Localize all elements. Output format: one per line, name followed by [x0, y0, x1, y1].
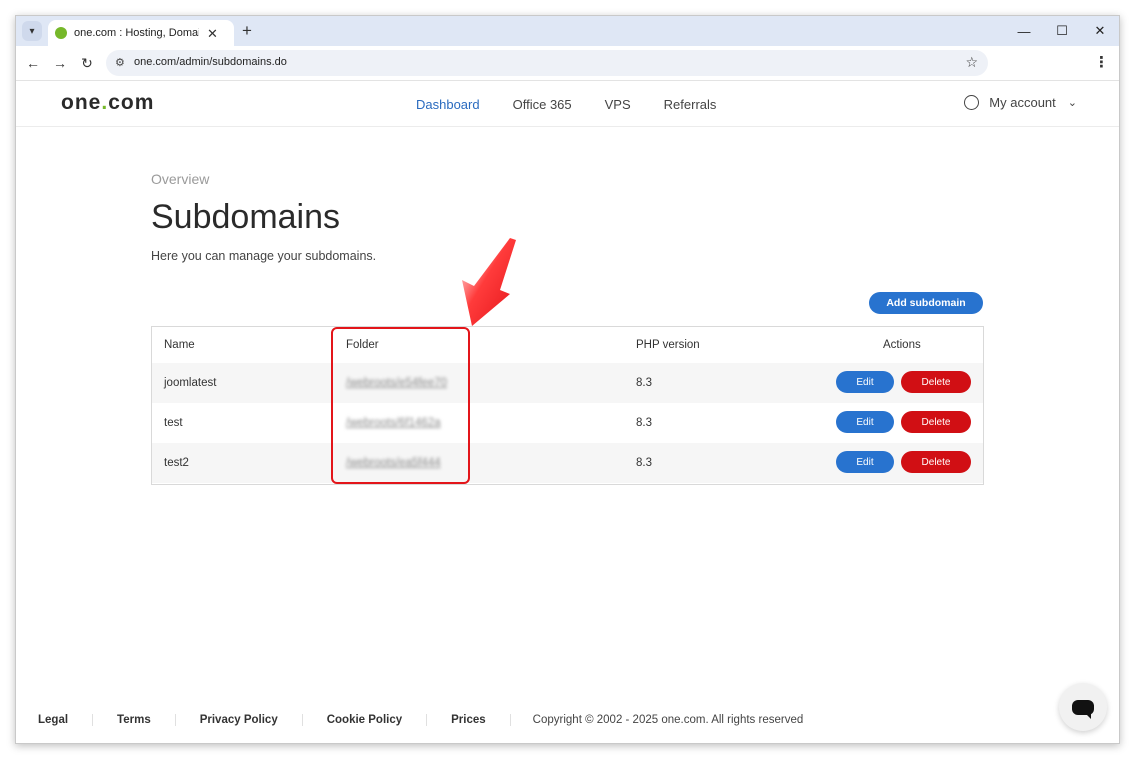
page-description: Here you can manage your subdomains. — [151, 249, 377, 263]
php-version: 8.3 — [636, 457, 652, 469]
footer-link-privacy-policy[interactable]: Privacy Policy — [176, 714, 303, 726]
php-version: 8.3 — [636, 417, 652, 429]
close-window-button[interactable]: ✕ — [1081, 16, 1119, 46]
nav-office-365[interactable]: Office 365 — [513, 97, 572, 112]
edit-button[interactable]: Edit — [836, 411, 894, 433]
nav-dashboard[interactable]: Dashboard — [416, 97, 480, 112]
logo-text-part1: one — [61, 91, 102, 114]
browser-tab[interactable]: one.com : Hosting, Domain, Em ✕ — [48, 20, 234, 46]
breadcrumb[interactable]: Overview — [151, 171, 209, 187]
subdomain-name: joomlatest — [164, 377, 217, 389]
chat-icon — [1072, 699, 1094, 719]
main-nav: Dashboard Office 365 VPS Referrals — [416, 97, 749, 112]
chevron-down-icon: ⌄ — [1067, 97, 1077, 109]
tab-strip: ▾ one.com : Hosting, Domain, Em ✕ + — ☐ … — [16, 16, 1119, 46]
my-account-menu[interactable]: My account ⌄ — [964, 95, 1077, 110]
subdomain-name: test2 — [164, 457, 189, 469]
site-footer: Legal Terms Privacy Policy Cookie Policy… — [16, 708, 1119, 732]
back-button[interactable]: ← — [23, 53, 43, 73]
column-header-php: PHP version — [636, 339, 700, 351]
delete-button[interactable]: Delete — [901, 451, 971, 473]
site-header: one.com Dashboard Office 365 VPS Referra… — [16, 81, 1119, 127]
forward-button[interactable]: → — [50, 53, 70, 73]
favicon-icon — [55, 27, 67, 39]
subdomains-table: Name Folder PHP version Actions joomlate… — [151, 326, 984, 485]
footer-link-terms[interactable]: Terms — [93, 714, 176, 726]
browser-toolbar: ← → ↻ ⚙ one.com/admin/subdomains.do ☆ ⋮ — [16, 46, 1119, 81]
footer-link-cookie-policy[interactable]: Cookie Policy — [303, 714, 428, 726]
nav-referrals[interactable]: Referrals — [664, 97, 717, 112]
new-tab-button[interactable]: + — [242, 22, 252, 40]
table-row: joomlatest /webroots/e54fee70 8.3 Edit D… — [152, 363, 983, 403]
nav-vps[interactable]: VPS — [605, 97, 631, 112]
add-subdomain-button[interactable]: Add subdomain — [869, 292, 983, 314]
column-header-name: Name — [164, 339, 195, 351]
my-account-label: My account — [989, 95, 1056, 110]
footer-link-legal[interactable]: Legal — [16, 714, 94, 726]
browser-menu-icon[interactable]: ⋮ — [1094, 53, 1109, 71]
reload-button[interactable]: ↻ — [77, 53, 97, 73]
window-controls: — ☐ ✕ — [1005, 16, 1119, 46]
php-version: 8.3 — [636, 377, 652, 389]
tab-close-icon[interactable]: ✕ — [207, 27, 218, 40]
tab-title: one.com : Hosting, Domain, Em — [74, 27, 199, 39]
site-info-icon[interactable]: ⚙ — [115, 56, 125, 69]
chevron-down-icon: ▾ — [29, 25, 35, 37]
chat-button[interactable] — [1059, 683, 1107, 731]
annotation-arrow-icon — [462, 238, 516, 326]
logo-text-part2: com — [108, 91, 155, 114]
column-header-actions: Actions — [883, 339, 921, 351]
url-text[interactable]: one.com/admin/subdomains.do — [134, 56, 287, 68]
footer-link-prices[interactable]: Prices — [427, 714, 511, 726]
page-title: Subdomains — [151, 198, 341, 236]
maximize-button[interactable]: ☐ — [1043, 16, 1081, 46]
browser-window: ▾ one.com : Hosting, Domain, Em ✕ + — ☐ … — [15, 15, 1120, 744]
subdomain-name: test — [164, 417, 183, 429]
table-header: Name Folder PHP version Actions — [152, 327, 983, 364]
user-icon — [964, 95, 980, 110]
bookmark-star-icon[interactable]: ☆ — [965, 54, 978, 71]
table-row: test2 /webroots/ea5f444 8.3 Edit Delete — [152, 443, 983, 483]
folder-highlight-box — [331, 327, 470, 484]
copyright-text: Copyright © 2002 - 2025 one.com. All rig… — [532, 714, 804, 726]
address-bar[interactable]: ⚙ one.com/admin/subdomains.do ☆ — [106, 50, 988, 76]
delete-button[interactable]: Delete — [901, 371, 971, 393]
minimize-button[interactable]: — — [1005, 16, 1043, 46]
table-row: test /webroots/6f1462a 8.3 Edit Delete — [152, 403, 983, 443]
delete-button[interactable]: Delete — [901, 411, 971, 433]
edit-button[interactable]: Edit — [836, 371, 894, 393]
tab-search-button[interactable]: ▾ — [22, 21, 42, 41]
one-com-logo[interactable]: one.com — [61, 91, 154, 115]
edit-button[interactable]: Edit — [836, 451, 894, 473]
